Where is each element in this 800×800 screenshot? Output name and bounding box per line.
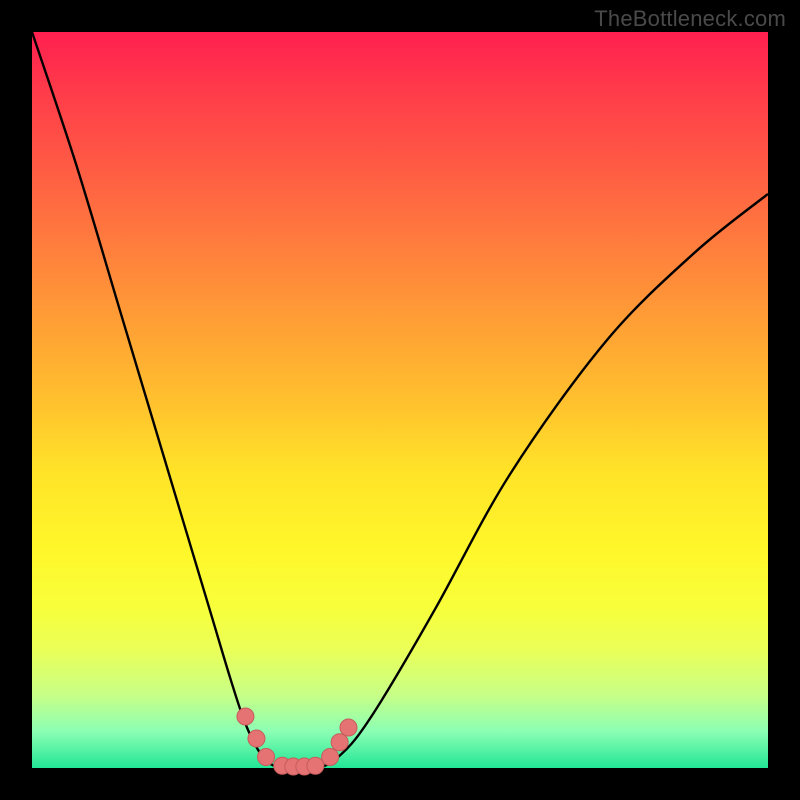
curve-left (32, 32, 282, 768)
data-marker (307, 757, 324, 774)
data-marker (237, 708, 254, 725)
data-marker (258, 748, 275, 765)
data-marker (248, 730, 265, 747)
data-marker (322, 748, 339, 765)
data-marker (340, 719, 357, 736)
data-marker (331, 734, 348, 751)
chart-frame: TheBottleneck.com (0, 0, 800, 800)
watermark-text: TheBottleneck.com (594, 6, 786, 32)
chart-plot-area (32, 32, 768, 768)
curve-right (319, 194, 768, 768)
chart-svg (32, 32, 768, 768)
data-markers (237, 708, 357, 775)
